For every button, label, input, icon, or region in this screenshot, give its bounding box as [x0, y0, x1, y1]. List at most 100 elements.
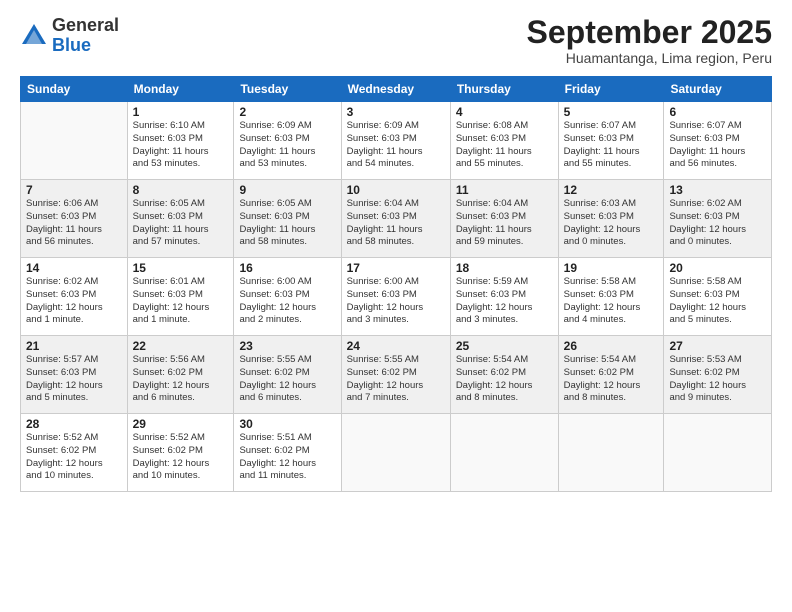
table-row: 24Sunrise: 5:55 AMSunset: 6:02 PMDayligh… [341, 336, 450, 414]
calendar-week-row: 1Sunrise: 6:10 AMSunset: 6:03 PMDaylight… [21, 102, 772, 180]
calendar-table: Sunday Monday Tuesday Wednesday Thursday… [20, 76, 772, 492]
day-number: 9 [239, 183, 335, 197]
table-row: 22Sunrise: 5:56 AMSunset: 6:02 PMDayligh… [127, 336, 234, 414]
col-monday: Monday [127, 77, 234, 102]
table-row: 26Sunrise: 5:54 AMSunset: 6:02 PMDayligh… [558, 336, 664, 414]
table-row: 1Sunrise: 6:10 AMSunset: 6:03 PMDaylight… [127, 102, 234, 180]
day-info: Sunrise: 5:51 AMSunset: 6:02 PMDaylight:… [239, 432, 335, 483]
day-number: 18 [456, 261, 553, 275]
day-number: 26 [564, 339, 659, 353]
col-saturday: Saturday [664, 77, 772, 102]
day-number: 19 [564, 261, 659, 275]
day-info: Sunrise: 5:54 AMSunset: 6:02 PMDaylight:… [564, 354, 659, 405]
day-number: 20 [669, 261, 766, 275]
day-number: 25 [456, 339, 553, 353]
table-row [664, 414, 772, 492]
table-row [450, 414, 558, 492]
day-number: 24 [347, 339, 445, 353]
day-number: 13 [669, 183, 766, 197]
col-thursday: Thursday [450, 77, 558, 102]
day-number: 12 [564, 183, 659, 197]
day-number: 4 [456, 105, 553, 119]
day-info: Sunrise: 6:09 AMSunset: 6:03 PMDaylight:… [239, 120, 335, 171]
day-number: 22 [133, 339, 229, 353]
col-tuesday: Tuesday [234, 77, 341, 102]
table-row: 6Sunrise: 6:07 AMSunset: 6:03 PMDaylight… [664, 102, 772, 180]
day-info: Sunrise: 5:58 AMSunset: 6:03 PMDaylight:… [669, 276, 766, 327]
table-row [21, 102, 128, 180]
day-number: 15 [133, 261, 229, 275]
table-row: 14Sunrise: 6:02 AMSunset: 6:03 PMDayligh… [21, 258, 128, 336]
day-info: Sunrise: 6:06 AMSunset: 6:03 PMDaylight:… [26, 198, 122, 249]
table-row: 25Sunrise: 5:54 AMSunset: 6:02 PMDayligh… [450, 336, 558, 414]
day-info: Sunrise: 5:52 AMSunset: 6:02 PMDaylight:… [26, 432, 122, 483]
table-row: 27Sunrise: 5:53 AMSunset: 6:02 PMDayligh… [664, 336, 772, 414]
day-info: Sunrise: 5:59 AMSunset: 6:03 PMDaylight:… [456, 276, 553, 327]
calendar-week-row: 28Sunrise: 5:52 AMSunset: 6:02 PMDayligh… [21, 414, 772, 492]
day-number: 3 [347, 105, 445, 119]
logo-blue-text: Blue [52, 36, 119, 56]
day-number: 28 [26, 417, 122, 431]
month-title: September 2025 [527, 16, 772, 48]
table-row: 9Sunrise: 6:05 AMSunset: 6:03 PMDaylight… [234, 180, 341, 258]
table-row: 21Sunrise: 5:57 AMSunset: 6:03 PMDayligh… [21, 336, 128, 414]
table-row: 15Sunrise: 6:01 AMSunset: 6:03 PMDayligh… [127, 258, 234, 336]
day-number: 2 [239, 105, 335, 119]
day-info: Sunrise: 5:55 AMSunset: 6:02 PMDaylight:… [347, 354, 445, 405]
day-number: 7 [26, 183, 122, 197]
day-number: 29 [133, 417, 229, 431]
day-info: Sunrise: 6:10 AMSunset: 6:03 PMDaylight:… [133, 120, 229, 171]
day-info: Sunrise: 6:02 AMSunset: 6:03 PMDaylight:… [669, 198, 766, 249]
day-info: Sunrise: 6:05 AMSunset: 6:03 PMDaylight:… [239, 198, 335, 249]
col-sunday: Sunday [21, 77, 128, 102]
table-row: 10Sunrise: 6:04 AMSunset: 6:03 PMDayligh… [341, 180, 450, 258]
table-row: 18Sunrise: 5:59 AMSunset: 6:03 PMDayligh… [450, 258, 558, 336]
table-row: 2Sunrise: 6:09 AMSunset: 6:03 PMDaylight… [234, 102, 341, 180]
table-row: 7Sunrise: 6:06 AMSunset: 6:03 PMDaylight… [21, 180, 128, 258]
calendar-week-row: 21Sunrise: 5:57 AMSunset: 6:03 PMDayligh… [21, 336, 772, 414]
calendar-week-row: 14Sunrise: 6:02 AMSunset: 6:03 PMDayligh… [21, 258, 772, 336]
day-info: Sunrise: 6:00 AMSunset: 6:03 PMDaylight:… [239, 276, 335, 327]
table-row: 11Sunrise: 6:04 AMSunset: 6:03 PMDayligh… [450, 180, 558, 258]
header: General Blue September 2025 Huamantanga,… [20, 16, 772, 66]
day-info: Sunrise: 5:53 AMSunset: 6:02 PMDaylight:… [669, 354, 766, 405]
table-row: 13Sunrise: 6:02 AMSunset: 6:03 PMDayligh… [664, 180, 772, 258]
day-info: Sunrise: 6:04 AMSunset: 6:03 PMDaylight:… [347, 198, 445, 249]
day-info: Sunrise: 6:07 AMSunset: 6:03 PMDaylight:… [669, 120, 766, 171]
day-info: Sunrise: 6:01 AMSunset: 6:03 PMDaylight:… [133, 276, 229, 327]
title-block: September 2025 Huamantanga, Lima region,… [527, 16, 772, 66]
calendar-header-row: Sunday Monday Tuesday Wednesday Thursday… [21, 77, 772, 102]
day-info: Sunrise: 6:02 AMSunset: 6:03 PMDaylight:… [26, 276, 122, 327]
table-row: 19Sunrise: 5:58 AMSunset: 6:03 PMDayligh… [558, 258, 664, 336]
day-number: 30 [239, 417, 335, 431]
table-row: 3Sunrise: 6:09 AMSunset: 6:03 PMDaylight… [341, 102, 450, 180]
day-number: 27 [669, 339, 766, 353]
day-info: Sunrise: 5:54 AMSunset: 6:02 PMDaylight:… [456, 354, 553, 405]
table-row: 8Sunrise: 6:05 AMSunset: 6:03 PMDaylight… [127, 180, 234, 258]
day-info: Sunrise: 6:05 AMSunset: 6:03 PMDaylight:… [133, 198, 229, 249]
day-number: 23 [239, 339, 335, 353]
page: General Blue September 2025 Huamantanga,… [0, 0, 792, 612]
day-number: 14 [26, 261, 122, 275]
logo: General Blue [20, 16, 119, 56]
calendar-week-row: 7Sunrise: 6:06 AMSunset: 6:03 PMDaylight… [21, 180, 772, 258]
day-number: 5 [564, 105, 659, 119]
day-info: Sunrise: 6:08 AMSunset: 6:03 PMDaylight:… [456, 120, 553, 171]
day-info: Sunrise: 6:03 AMSunset: 6:03 PMDaylight:… [564, 198, 659, 249]
day-info: Sunrise: 6:00 AMSunset: 6:03 PMDaylight:… [347, 276, 445, 327]
day-number: 17 [347, 261, 445, 275]
day-number: 11 [456, 183, 553, 197]
day-info: Sunrise: 5:58 AMSunset: 6:03 PMDaylight:… [564, 276, 659, 327]
table-row: 20Sunrise: 5:58 AMSunset: 6:03 PMDayligh… [664, 258, 772, 336]
day-info: Sunrise: 5:55 AMSunset: 6:02 PMDaylight:… [239, 354, 335, 405]
day-number: 6 [669, 105, 766, 119]
day-info: Sunrise: 5:56 AMSunset: 6:02 PMDaylight:… [133, 354, 229, 405]
day-number: 1 [133, 105, 229, 119]
location-subtitle: Huamantanga, Lima region, Peru [527, 50, 772, 66]
day-number: 21 [26, 339, 122, 353]
table-row: 23Sunrise: 5:55 AMSunset: 6:02 PMDayligh… [234, 336, 341, 414]
table-row: 4Sunrise: 6:08 AMSunset: 6:03 PMDaylight… [450, 102, 558, 180]
day-number: 8 [133, 183, 229, 197]
table-row: 30Sunrise: 5:51 AMSunset: 6:02 PMDayligh… [234, 414, 341, 492]
table-row: 29Sunrise: 5:52 AMSunset: 6:02 PMDayligh… [127, 414, 234, 492]
